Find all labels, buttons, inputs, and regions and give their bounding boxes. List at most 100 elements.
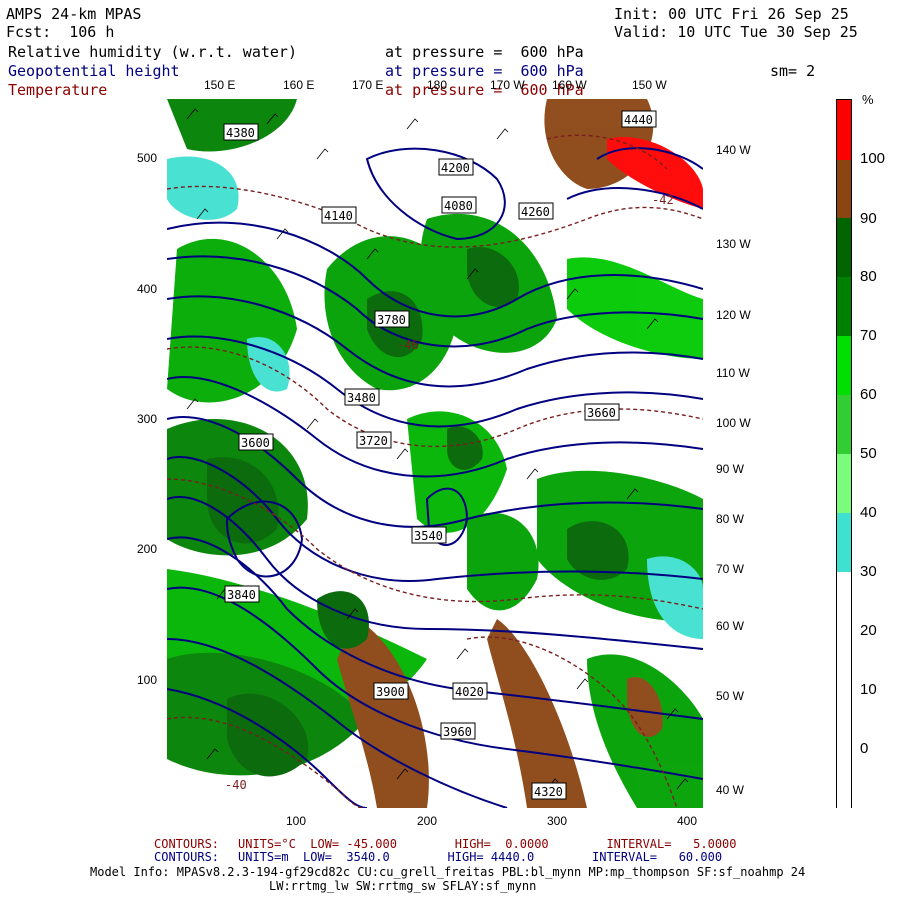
init-time: Init: 00 UTC Fri 26 Sep 25	[614, 5, 849, 23]
colorbar-label-60: 60	[860, 386, 877, 403]
contour-label-4080: 4080	[441, 196, 477, 214]
svg-text:3960: 3960	[443, 725, 472, 739]
svg-text:4320: 4320	[534, 785, 563, 799]
field-height-level: at pressure = 600 hPa	[385, 62, 584, 80]
contour-label-4320: 4320	[531, 782, 567, 800]
lon-label-160e: 160 E	[283, 78, 315, 92]
svg-text:3900: 3900	[376, 685, 405, 699]
lon-label-90w: 90 W	[716, 462, 745, 476]
y-tick-400: 400	[137, 282, 158, 296]
lon-label-170w: 170 W	[490, 78, 525, 92]
colorbar-label-30: 30	[860, 563, 877, 580]
colorbar-unit: %	[862, 92, 874, 107]
colorbar-band-50	[837, 395, 851, 454]
lon-label-110w: 110 W	[716, 366, 750, 380]
y-tick-200: 200	[137, 542, 158, 556]
field-height: Geopotential height	[8, 62, 180, 80]
temp-label-minus42: -42	[652, 193, 674, 207]
lon-label-40w: 40 W	[716, 783, 745, 797]
colorbar-label-40: 40	[860, 504, 877, 521]
svg-text:3660: 3660	[587, 406, 616, 420]
lon-label-130w: 130 W	[716, 237, 751, 251]
contour-label-4440: 4440	[621, 110, 657, 128]
contour-label-4260: 4260	[518, 202, 554, 220]
svg-text:4260: 4260	[521, 205, 550, 219]
colorbar-label-50: 50	[860, 445, 877, 462]
svg-text:3480: 3480	[347, 391, 376, 405]
colorbar-label-80: 80	[860, 268, 877, 285]
colorbar-label-70: 70	[860, 327, 877, 344]
contour-label-4140: 4140	[321, 206, 357, 224]
svg-text:3600: 3600	[241, 436, 270, 450]
map-graphic: 4380 4260 4200 4140 4080 4020 3960 3900 …	[167, 99, 703, 808]
colorbar-band-70	[837, 277, 851, 336]
valid-time: Valid: 10 UTC Tue 30 Sep 25	[614, 23, 858, 41]
lon-label-120w: 120 W	[716, 308, 751, 322]
colorbar-band-100	[837, 100, 851, 160]
colorbar-label-10: 10	[860, 681, 877, 698]
colorbar-label-100: 100	[860, 150, 886, 167]
contour-label-4380: 4380	[223, 123, 259, 141]
model-title: AMPS 24-km MPAS	[6, 5, 142, 23]
lon-label-140w: 140 W	[716, 143, 751, 157]
colorbar-label-90: 90	[860, 210, 877, 227]
x-tick-200: 200	[417, 814, 438, 828]
svg-text:3780: 3780	[377, 313, 406, 327]
field-rh-level: at pressure = 600 hPa	[385, 43, 584, 61]
model-info: Model Info: MPASv8.2.3-194-gf29cd82c CU:…	[90, 865, 806, 879]
contour-label-3660: 3660	[584, 403, 620, 421]
y-tick-500: 500	[137, 151, 158, 165]
contour-label-3480: 3480	[344, 388, 380, 406]
contour-label-3540: 3540	[411, 526, 447, 544]
x-tick-300: 300	[547, 814, 568, 828]
svg-text:3540: 3540	[414, 529, 443, 543]
x-tick-100: 100	[286, 814, 307, 828]
colorbar-band-30	[837, 513, 851, 572]
lon-label-150e: 150 E	[204, 78, 236, 92]
lon-label-80w: 80 W	[716, 512, 745, 526]
colorbar-label-0: 0	[860, 740, 869, 757]
contour-label-3600: 3600	[238, 433, 274, 451]
smoothing-label: sm= 2	[770, 62, 816, 80]
model-info-line2: LW:rrtmg_lw SW:rrtmg_sw SFLAY:sf_mynn	[269, 879, 537, 893]
lon-label-60w: 60 W	[716, 619, 745, 633]
colorbar-band-40	[837, 454, 851, 513]
contour-label-3900: 3900	[373, 682, 409, 700]
colorbar-band-80	[837, 218, 851, 277]
lon-label-50w: 50 W	[716, 689, 745, 703]
svg-text:4440: 4440	[624, 113, 653, 127]
lon-label-180: 180	[427, 78, 448, 92]
svg-text:4200: 4200	[441, 161, 470, 175]
lon-label-70w: 70 W	[716, 562, 745, 576]
colorbar-band-90	[837, 160, 851, 218]
temp-label-minus40: -40	[225, 778, 247, 792]
lon-label-150w: 150 W	[632, 78, 667, 92]
lon-label-100w: 100 W	[716, 416, 751, 430]
x-tick-400: 400	[677, 814, 698, 828]
forecast-hour: Fcst: 106 h	[6, 23, 115, 41]
svg-text:3720: 3720	[359, 434, 388, 448]
y-tick-100: 100	[137, 673, 158, 687]
lon-label-160w: 160 W	[552, 78, 587, 92]
temp-label-minus46: -46	[397, 338, 419, 352]
field-rh: Relative humidity (w.r.t. water)	[8, 43, 297, 61]
colorbar-label-20: 20	[860, 622, 877, 639]
contour-label-4020: 4020	[452, 682, 488, 700]
svg-text:3840: 3840	[227, 588, 256, 602]
height-contour-prefix: CONTOURS:	[154, 850, 220, 864]
svg-text:4380: 4380	[226, 126, 255, 140]
contour-label-3780: 3780	[374, 310, 410, 328]
colorbar	[836, 99, 852, 809]
height-contour-info: UNITS=m LOW= 3540.0 HIGH= 4440.0 INTERVA…	[238, 850, 723, 864]
contour-label-4200: 4200	[438, 158, 474, 176]
contour-label-3720: 3720	[356, 431, 392, 449]
svg-text:4080: 4080	[444, 199, 473, 213]
y-tick-300: 300	[137, 412, 158, 426]
svg-text:4020: 4020	[455, 685, 484, 699]
map-panel: 4380 4260 4200 4140 4080 4020 3960 3900 …	[167, 99, 703, 808]
lon-label-170e: 170 E	[352, 78, 384, 92]
contour-label-3840: 3840	[224, 585, 260, 603]
colorbar-band-60	[837, 336, 851, 395]
contour-label-3960: 3960	[440, 722, 476, 740]
svg-text:4140: 4140	[324, 209, 353, 223]
